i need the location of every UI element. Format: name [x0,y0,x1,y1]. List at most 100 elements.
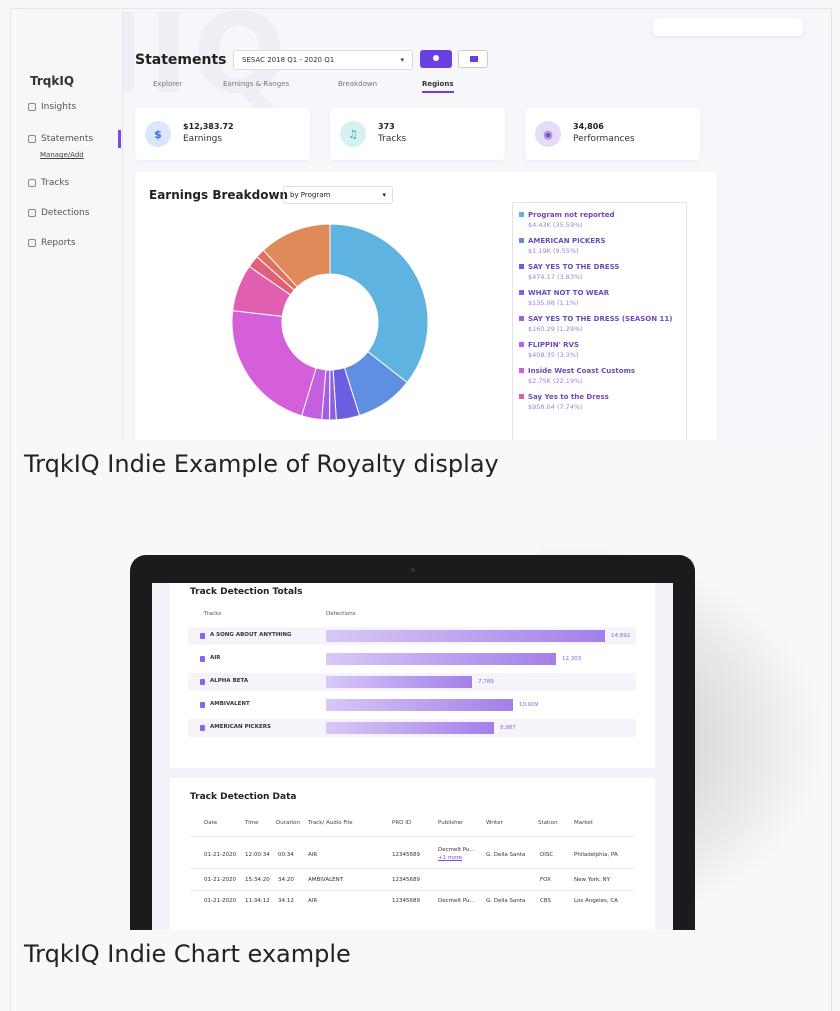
track-row[interactable]: AIR 12,303 [188,650,636,668]
tab-explorer[interactable]: Explorer [153,80,182,88]
caption-royalty: TrqkIQ Indie Example of Royalty display [24,450,499,478]
track-icon [200,656,205,662]
th-pro-id: PRO ID [392,820,412,826]
th-publisher: Publisher [438,820,464,826]
detection-bar [326,653,556,665]
detection-count: 12,303 [562,656,582,662]
cell-pro-id: 12345689 [392,852,420,858]
sidebar-item-detections[interactable]: Detections [28,208,89,218]
insights-icon [28,103,36,111]
th-writer: Writer [486,820,503,826]
tab-earnings-ranges[interactable]: Earnings & Ranges [223,80,289,88]
reports-icon [28,239,36,247]
legend-swatch [519,212,524,217]
view-toggle-button[interactable] [420,50,452,68]
tab-regions[interactable]: Regions [422,80,454,93]
legend-label: SAY YES TO THE DRESS [519,263,680,271]
tab-breakdown[interactable]: Breakdown [338,80,377,88]
chevron-down-icon: ▾ [400,56,404,64]
legend-value: $4.43K (35.59%) [528,221,583,229]
cell-duration: 00:34 [278,852,294,858]
royalty-screenshot: IIIQ TrqkIQ Insights Statements Manage/A… [18,10,824,440]
legend-swatch [519,342,524,347]
sidebar-subitem-manage[interactable]: Manage/Add [40,151,84,159]
sidebar-item-insights[interactable]: Insights [28,102,76,112]
legend-label: WHAT NOT TO WEAR [519,289,680,297]
export-button[interactable] [458,50,488,68]
th-market: Market [574,820,593,826]
cell-time: 12:00:34 [245,852,270,858]
detection-count: 8,987 [500,725,516,731]
performance-icon: ◉ [535,121,561,147]
legend-item[interactable]: Inside West Coast Customs $2.75K (22.19%) [519,367,680,385]
th-station: Station [538,820,558,826]
track-name: ALPHA BETA [210,678,249,684]
data-title: Track Detection Data [190,792,297,802]
breakdown-select[interactable]: by Program ▾ [283,186,393,204]
statements-icon [28,135,36,143]
camera-icon [411,568,415,572]
detection-data-panel: Track Detection Data Date Time Duration … [170,778,655,930]
legend-item[interactable]: Say Yes to the Dress $958.04 (7.74%) [519,393,680,411]
track-icon [200,702,205,708]
detection-bar [326,676,472,688]
stat-label: Earnings [183,134,223,144]
earnings-donut-chart [231,223,429,421]
legend-item[interactable]: WHAT NOT TO WEAR $135.98 (1.1%) [519,289,680,307]
detection-bar [326,630,605,642]
top-right-pill[interactable] [653,18,803,36]
caption-chart: TrqkIQ Indie Chart example [24,940,351,968]
cell-track: AIR [308,898,318,904]
totals-title: Track Detection Totals [190,587,303,597]
legend-item[interactable]: FLIPPIN' RVS $408.35 (3.3%) [519,341,680,359]
logo: TrqkIQ [30,74,75,88]
legend-value: $160.29 (1.29%) [528,325,583,333]
th-duration: Duration [276,820,300,826]
earnings-breakdown-card: Earnings Breakdown by Program ▾ Program … [135,172,717,440]
cell-pro-id: 12345689 [392,898,420,904]
detection-totals-panel: Track Detection Totals Tracks Detections… [170,583,655,768]
th-time: Time [245,820,259,826]
legend-label: AMERICAN PICKERS [519,237,680,245]
col-tracks: Tracks [204,611,222,617]
cell-date: 01-21-2020 [204,898,236,904]
stat-card-tracks: ♫ 373 Tracks [330,108,505,160]
legend-label: Program not reported [519,211,680,219]
period-select[interactable]: SESAC 2018 Q1 - 2020 Q1 ▾ [233,50,413,70]
legend-value: $958.04 (7.74%) [528,403,583,411]
cell-station: CBS [540,898,552,904]
track-row[interactable]: ALPHA BETA 7,789 [188,673,636,691]
legend-swatch [519,238,524,243]
track-row[interactable]: A SONG ABOUT ANYTHING 14,892 [188,627,636,645]
legend-item[interactable]: AMERICAN PICKERS $1.19K (9.55%) [519,237,680,255]
cell-market: New York, NY [574,877,611,883]
legend-item[interactable]: Program not reported $4.43K (35.59%) [519,211,680,229]
cell-date: 01-21-2020 [204,877,236,883]
cell-duration: 34:20 [278,877,294,883]
track-row[interactable]: AMERICAN PICKERS 8,987 [188,719,636,737]
tracks-icon [28,179,36,187]
track-icon [200,633,205,639]
detection-bar [326,722,494,734]
music-note-icon: ♫ [340,121,366,147]
cell-station: DISC [540,852,554,858]
sidebar-item-tracks[interactable]: Tracks [28,178,69,188]
track-name: AMBIVALENT [210,701,250,707]
track-row[interactable]: AMBIVALENT 10,009 [188,696,636,714]
sidebar: TrqkIQ Insights Statements Manage/Add Tr… [18,10,123,440]
legend-label: SAY YES TO THE DRESS (SEASON 11) [519,315,680,323]
sidebar-item-reports[interactable]: Reports [28,238,76,248]
breakdown-title: Earnings Breakdown [149,188,289,202]
more-link[interactable]: +1 more [438,855,462,861]
legend-swatch [519,316,524,321]
cell-time: 11:34:12 [245,898,270,904]
legend-item[interactable]: SAY YES TO THE DRESS (SEASON 11) $160.29 … [519,315,680,333]
col-detections: Detections [326,611,356,617]
donut-slice[interactable] [231,310,317,417]
detection-count: 14,892 [611,633,631,639]
stat-value: $12,383.72 [183,122,234,131]
legend-item[interactable]: SAY YES TO THE DRESS $474.17 (3.83%) [519,263,680,281]
donut-slice[interactable] [329,223,429,384]
sidebar-item-statements[interactable]: Statements [28,134,93,144]
track-icon [200,679,205,685]
